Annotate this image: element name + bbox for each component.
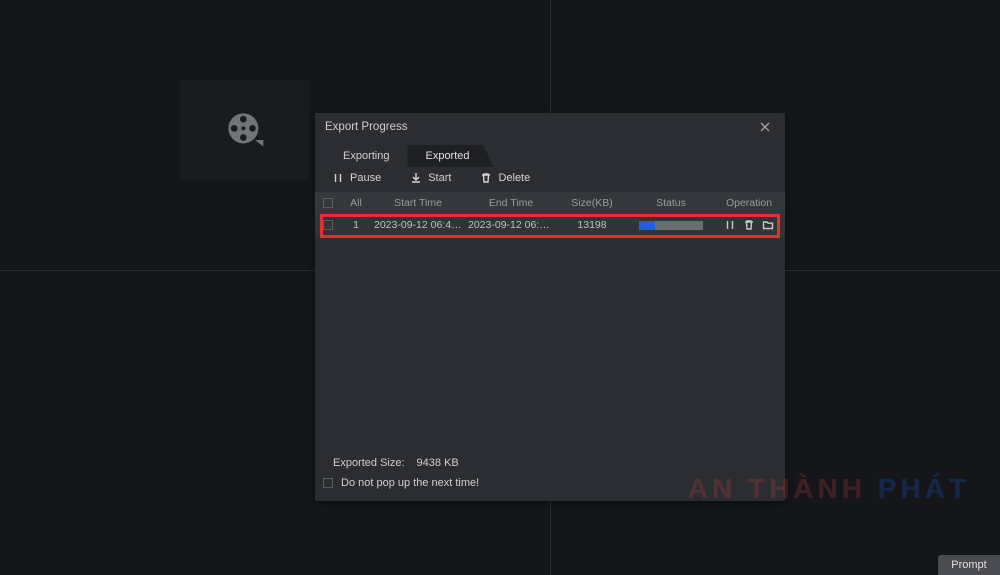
header-checkbox-cell bbox=[315, 198, 341, 208]
no-popup-checkbox[interactable] bbox=[323, 478, 333, 488]
no-popup-label: Do not pop up the next time! bbox=[341, 477, 479, 489]
header-all: All bbox=[341, 197, 371, 209]
row-size: 13198 bbox=[557, 219, 627, 231]
pause-icon bbox=[331, 171, 344, 184]
table-body: 1 2023-09-12 06:41:... 2023-09-12 06:42:… bbox=[315, 214, 785, 447]
delete-label: Delete bbox=[498, 172, 530, 184]
row-checkbox-cell bbox=[315, 220, 341, 230]
header-status: Status bbox=[627, 197, 715, 209]
row-delete-button[interactable] bbox=[743, 219, 755, 231]
row-start-time: 2023-09-12 06:41:... bbox=[371, 219, 465, 231]
close-icon bbox=[759, 121, 771, 133]
row-end-time: 2023-09-12 06:42:... bbox=[465, 219, 557, 231]
exported-size-value: 9438 KB bbox=[417, 457, 459, 469]
progress-bar bbox=[639, 221, 703, 230]
row-id: 1 bbox=[341, 219, 371, 231]
header-operation: Operation bbox=[715, 197, 783, 209]
header-end-time: End Time bbox=[465, 197, 557, 209]
folder-icon bbox=[762, 219, 774, 231]
close-button[interactable] bbox=[755, 117, 775, 137]
start-label: Start bbox=[428, 172, 451, 184]
prompt-button[interactable]: Prompt bbox=[938, 555, 1000, 575]
table-row[interactable]: 1 2023-09-12 06:41:... 2023-09-12 06:42:… bbox=[315, 214, 785, 236]
pause-button[interactable]: Pause bbox=[331, 171, 381, 184]
pause-icon bbox=[724, 219, 736, 231]
toolbar: Pause Start Delete bbox=[315, 167, 785, 192]
select-all-checkbox[interactable] bbox=[323, 198, 333, 208]
pause-label: Pause bbox=[350, 172, 381, 184]
tab-exporting[interactable]: Exporting bbox=[325, 145, 407, 167]
row-pause-button[interactable] bbox=[724, 219, 736, 231]
table-header: All Start Time End Time Size(KB) Status … bbox=[315, 192, 785, 214]
popup-line: Do not pop up the next time! bbox=[323, 477, 769, 489]
delete-button[interactable]: Delete bbox=[479, 171, 530, 184]
row-operations bbox=[715, 219, 783, 231]
row-folder-button[interactable] bbox=[762, 219, 774, 231]
tabs: Exporting Exported bbox=[315, 141, 785, 167]
modal-header: Export Progress bbox=[315, 113, 785, 141]
exported-size-line: Exported Size: 9438 KB bbox=[323, 457, 769, 469]
start-button[interactable]: Start bbox=[409, 171, 451, 184]
export-progress-modal: Export Progress Exporting Exported Pause… bbox=[315, 113, 785, 501]
progress-fill bbox=[639, 221, 655, 230]
channel-placeholder bbox=[180, 80, 310, 180]
film-reel-icon bbox=[225, 110, 265, 150]
header-start-time: Start Time bbox=[371, 197, 465, 209]
modal-title: Export Progress bbox=[325, 121, 755, 133]
trash-icon bbox=[479, 171, 492, 184]
download-icon bbox=[409, 171, 422, 184]
row-checkbox[interactable] bbox=[323, 220, 333, 230]
header-size: Size(KB) bbox=[557, 197, 627, 209]
modal-footer: Exported Size: 9438 KB Do not pop up the… bbox=[315, 447, 785, 501]
exported-size-label: Exported Size: bbox=[333, 457, 405, 469]
tab-exported[interactable]: Exported bbox=[407, 145, 493, 167]
row-status bbox=[627, 221, 715, 230]
trash-icon bbox=[743, 219, 755, 231]
